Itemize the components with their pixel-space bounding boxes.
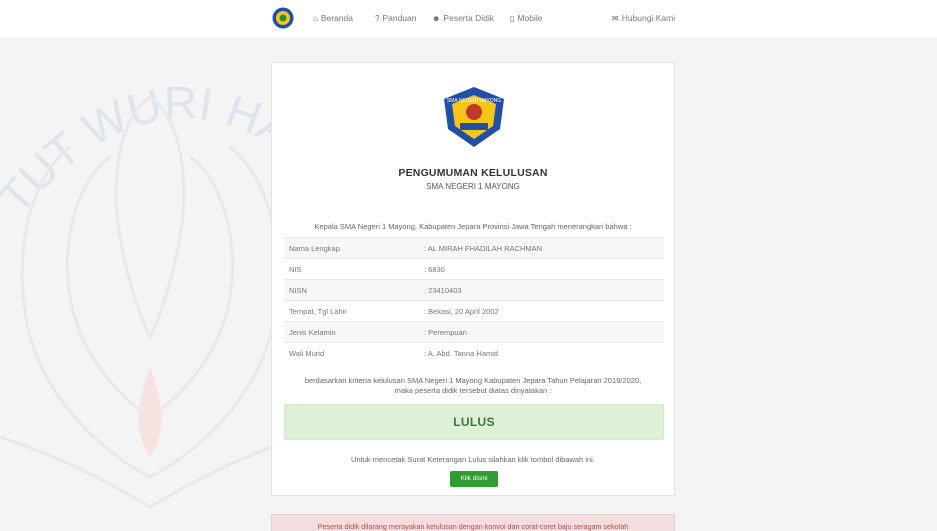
announcement-card: SMA NEGERI MAYONG PENGUMUMAN KELULUSAN S… — [271, 62, 675, 496]
table-row: NIS : 6830 — [284, 258, 664, 280]
criteria-text: berdasarkan kriteria kelulusan SMA Neger… — [272, 376, 674, 396]
nav-item-mobile[interactable]: ▯ Mobile — [510, 13, 542, 23]
row-label: Wali Murid — [284, 342, 419, 364]
table-row: Tempat, Tgl Lahir : Bekasi, 20 April 200… — [284, 300, 664, 322]
row-value: : A. Abd. Tanna Hamid — [419, 342, 664, 364]
nav-item-hubungi-kami[interactable]: ✉ Hubungi Kami — [612, 13, 675, 23]
top-navbar: ⌂ Beranda ? Panduan ☻ Peserta Didik ▯ Mo… — [0, 0, 937, 36]
crest-text: SMA NEGERI MAYONG — [447, 98, 501, 104]
graduation-status-badge: LULUS — [284, 404, 664, 440]
row-value: : Perempuan — [419, 321, 664, 343]
school-crest-icon: SMA NEGERI MAYONG — [444, 87, 504, 147]
table-row: NISN : 23410403 — [284, 279, 664, 301]
home-icon: ⌂ — [313, 13, 318, 23]
print-instruction: Untuk mencetak Surat Keterangan Lulus si… — [351, 455, 595, 464]
svg-text:TUT WURI HANDAYANI: TUT WURI HANDAYANI — [0, 37, 300, 223]
nav-item-beranda[interactable]: ⌂ Beranda — [313, 13, 353, 23]
tut-wuri-handayani-watermark: TUT WURI HANDAYANI — [0, 37, 300, 509]
row-label: Tempat, Tgl Lahir — [284, 300, 419, 322]
row-value: : AL MIRAH FHADILAH RACHMAN — [419, 237, 664, 259]
row-value: : 6830 — [419, 258, 664, 280]
row-label: Nama Lengkap — [284, 237, 419, 259]
nav-label: Peserta Didik — [443, 13, 494, 23]
row-label: NIS — [284, 258, 419, 280]
nav-label: Panduan — [382, 13, 417, 23]
student-info-table: Nama Lengkap : AL MIRAH FHADILAH RACHMAN… — [284, 237, 664, 364]
nav-label: Mobile — [517, 13, 543, 23]
question-icon: ? — [375, 13, 380, 23]
school-name: SMA NEGERI 1 MAYONG — [426, 182, 520, 191]
row-value: : Bekasi, 20 April 2002 — [419, 300, 664, 322]
warning-alert: Peserta didik dilarang merayakan kelulus… — [271, 514, 675, 531]
row-label: NISN — [284, 279, 419, 301]
table-row: Wali Murid : A. Abd. Tanna Hamid — [284, 342, 664, 364]
intro-text: Kepala SMA Negeri 1 Mayong, Kabupaten Je… — [314, 222, 632, 231]
school-logo-icon[interactable] — [272, 7, 294, 29]
table-row: Nama Lengkap : AL MIRAH FHADILAH RACHMAN — [284, 237, 664, 259]
row-value: : 23410403 — [419, 279, 664, 301]
nav-label: Beranda — [320, 13, 353, 23]
criteria-line-2: maka peserta didik tersebut diatas dinya… — [394, 386, 552, 395]
table-row: Jenis Kelamin : Perempuan — [284, 321, 664, 343]
user-icon: ☻ — [432, 13, 441, 23]
mobile-icon: ▯ — [510, 13, 515, 23]
envelope-icon: ✉ — [612, 13, 619, 23]
nav-label: Hubungi Kami — [621, 13, 676, 23]
print-certificate-button[interactable]: Klik disini — [450, 471, 498, 487]
watermark-text: TUT WURI HANDAYANI — [0, 37, 300, 223]
page-title: PENGUMUMAN KELULUSAN — [398, 167, 548, 179]
nav-item-peserta-didik[interactable]: ☻ Peserta Didik — [432, 13, 494, 23]
row-label: Jenis Kelamin — [284, 321, 419, 343]
nav-item-panduan[interactable]: ? Panduan — [375, 13, 417, 23]
criteria-line-1: berdasarkan kriteria kelulusan SMA Neger… — [304, 376, 642, 385]
